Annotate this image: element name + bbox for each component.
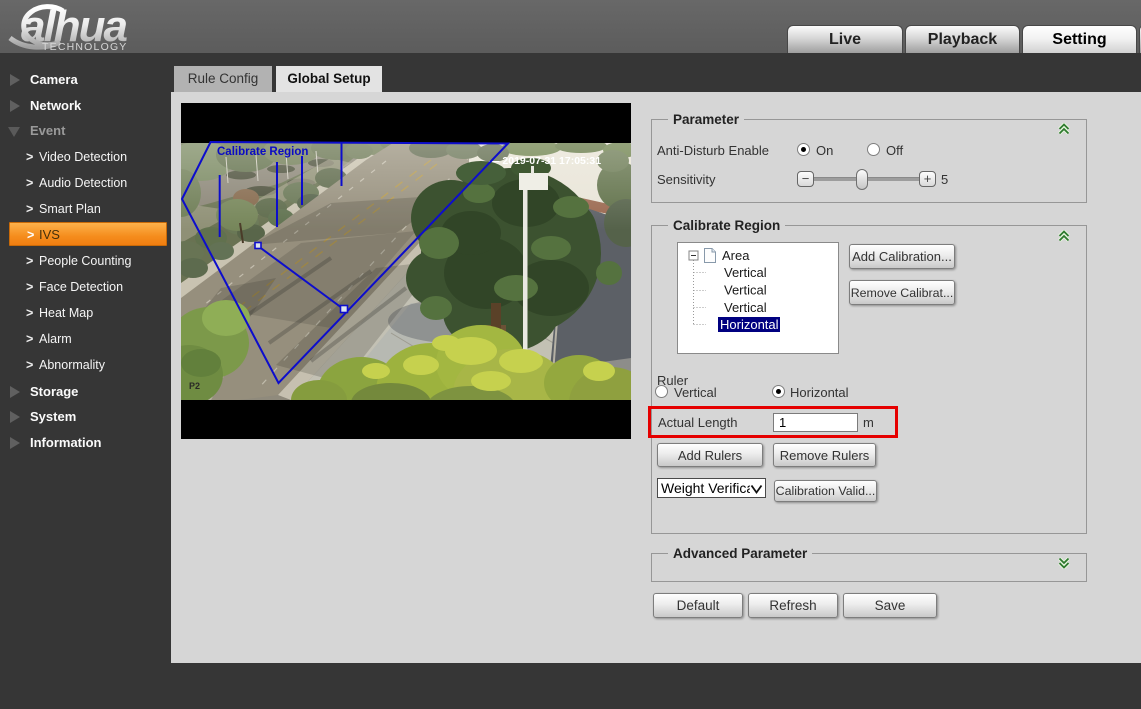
svg-text:P2: P2 (189, 381, 200, 391)
svg-text:Vertical: Vertical (724, 283, 767, 298)
svg-text:Area: Area (722, 248, 750, 263)
svg-text:Vertical: Vertical (724, 300, 767, 315)
svg-text:Horizontal: Horizontal (720, 317, 779, 332)
svg-text:Vertical: Vertical (724, 265, 767, 280)
svg-text:Calibrate Region: Calibrate Region (217, 146, 308, 158)
svg-text:TECHNOLOGY: TECHNOLOGY (42, 41, 128, 53)
svg-text:— 2019-07-31 17:05:31: — 2019-07-31 17:05:31 (489, 155, 601, 167)
